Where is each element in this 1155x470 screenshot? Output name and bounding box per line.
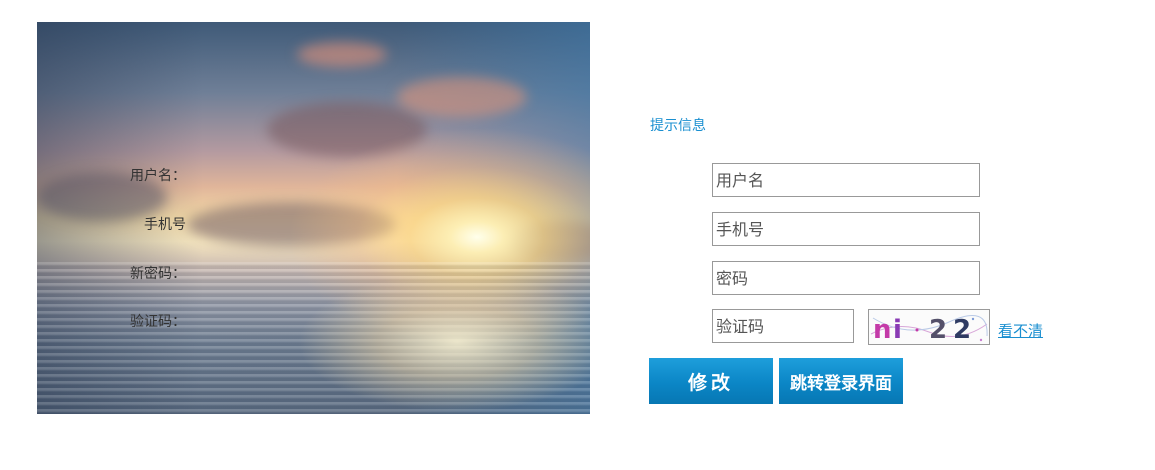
new-password-input[interactable] xyxy=(712,261,980,295)
modify-button[interactable]: 修改 xyxy=(649,358,773,404)
reset-password-page: 提示信息 用户名： 手机号 新密码： 验证码： n i 2 2 看不清 修改 跳… xyxy=(0,0,1155,470)
new-password-label: 新密码： xyxy=(130,266,186,282)
username-label: 用户名： xyxy=(130,168,186,184)
hint-message: 提示信息 xyxy=(650,118,706,134)
phone-input[interactable] xyxy=(712,212,980,246)
phone-label: 手机号 xyxy=(144,217,186,233)
svg-text:2: 2 xyxy=(953,315,971,344)
svg-text:i: i xyxy=(893,315,902,344)
username-input[interactable] xyxy=(712,163,980,197)
captcha-label: 验证码： xyxy=(130,314,186,330)
go-login-button[interactable]: 跳转登录界面 xyxy=(779,358,903,404)
svg-text:2: 2 xyxy=(929,315,947,344)
captcha-input[interactable] xyxy=(712,309,854,343)
captcha-image[interactable]: n i 2 2 xyxy=(868,309,990,345)
refresh-captcha-link[interactable]: 看不清 xyxy=(998,320,1043,341)
svg-text:n: n xyxy=(873,315,892,344)
